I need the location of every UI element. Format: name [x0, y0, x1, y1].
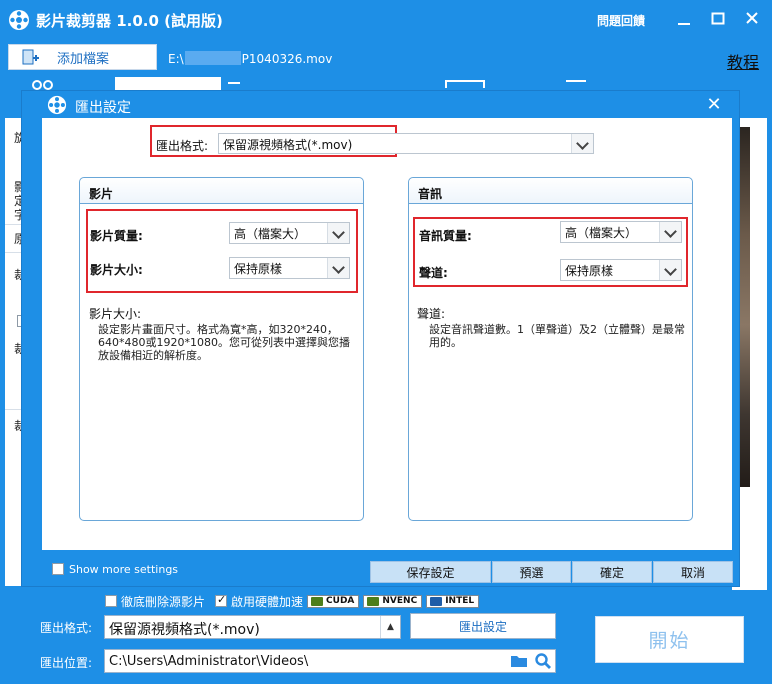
- delete-source-checkbox[interactable]: [105, 595, 117, 607]
- dialog-close-icon[interactable]: ✕: [704, 96, 724, 116]
- chevron-down-icon[interactable]: [659, 260, 681, 280]
- video-desc-title: 影片大小:: [89, 307, 142, 321]
- tab-active[interactable]: [115, 77, 221, 90]
- output-path-label: 匯出位置:: [40, 656, 93, 670]
- chevron-down-icon[interactable]: [327, 223, 349, 243]
- audio-desc-body: 設定音訊聲道數。1（單聲道）及2（立體聲）是最常用的。: [429, 323, 685, 349]
- folder-icon[interactable]: [510, 653, 528, 669]
- close-icon[interactable]: [740, 8, 764, 30]
- intel-badge: INTEL: [426, 594, 480, 608]
- preset-button[interactable]: 預選: [492, 561, 571, 583]
- hw-accel-checkbox[interactable]: [215, 593, 228, 607]
- audio-group-title: 音訊: [418, 187, 443, 201]
- intel-icon: [430, 596, 443, 606]
- video-desc-body: 設定影片畫面尺寸。格式為寬*高，如320*240，640*480或1920*10…: [98, 323, 350, 362]
- audio-channel-select[interactable]: 保持原樣: [560, 259, 682, 281]
- feedback-link[interactable]: 問題回饋: [597, 12, 645, 29]
- chevron-down-icon[interactable]: [659, 222, 681, 242]
- video-quality-label: 影片質量:: [90, 229, 143, 243]
- ok-button[interactable]: 確定: [572, 561, 652, 583]
- video-group-title: 影片: [89, 187, 114, 201]
- search-icon[interactable]: [534, 652, 552, 670]
- hw-accel-label: 啟用硬體加速: [231, 594, 304, 609]
- cuda-badge: CUDA: [307, 594, 360, 608]
- output-path-input[interactable]: C:\Users\Administrator\Videos\: [104, 649, 556, 673]
- tab-icon[interactable]: [228, 82, 240, 88]
- add-file-button[interactable]: 添加檔案: [8, 44, 157, 70]
- film-reel-icon: [47, 95, 67, 115]
- video-size-select[interactable]: 保持原樣: [229, 257, 350, 279]
- tab-icon[interactable]: [566, 80, 586, 88]
- add-file-icon: [22, 49, 39, 65]
- dialog-title: 匯出設定: [75, 100, 131, 116]
- audio-channel-label: 聲道:: [419, 266, 448, 280]
- audio-quality-select[interactable]: 高（檔案大）: [560, 221, 682, 243]
- show-more-label: Show more settings: [69, 562, 179, 576]
- audio-quality-label: 音訊質量:: [419, 229, 472, 243]
- output-settings-button[interactable]: 匯出設定: [410, 613, 556, 639]
- add-file-label: 添加檔案: [57, 51, 110, 67]
- output-format-label: 匯出格式:: [40, 621, 93, 635]
- minimize-icon[interactable]: [672, 8, 696, 30]
- video-quality-select[interactable]: 高（檔案大）: [229, 222, 350, 244]
- chevron-down-icon[interactable]: [571, 134, 593, 153]
- show-more-checkbox[interactable]: [52, 563, 64, 575]
- triangle-up-icon[interactable]: ▲: [380, 616, 400, 638]
- tab-icon[interactable]: [445, 80, 485, 88]
- video-size-label: 影片大小:: [90, 263, 143, 277]
- encode-options: 徹底刪除源影片 啟用硬體加速 CUDA NVENC INTEL: [105, 593, 480, 609]
- nvidia-icon: [367, 596, 380, 606]
- save-settings-button[interactable]: 保存設定: [370, 561, 491, 583]
- nvidia-icon: [311, 596, 324, 606]
- audio-desc-title: 聲道:: [417, 307, 446, 321]
- film-reel-icon: [9, 10, 29, 30]
- cancel-button[interactable]: 取消: [653, 561, 733, 583]
- chevron-down-icon[interactable]: [327, 258, 349, 278]
- app-title: 影片裁剪器 1.0.0 (試用版): [36, 12, 223, 30]
- format-select[interactable]: 保留源視頻格式(*.mov): [218, 133, 594, 154]
- tutorial-link[interactable]: 教程: [727, 49, 759, 73]
- output-format-select[interactable]: 保留源視頻格式(*.mov) ▲: [104, 615, 401, 639]
- redacted-path: [184, 51, 241, 65]
- start-button[interactable]: 開始: [595, 616, 744, 663]
- format-label: 匯出格式:: [156, 139, 209, 153]
- file-path: E:\ P1040326.mov: [168, 51, 333, 66]
- maximize-icon[interactable]: [706, 8, 730, 30]
- nvenc-badge: NVENC: [363, 594, 423, 608]
- show-more-settings[interactable]: Show more settings: [52, 562, 178, 576]
- delete-source-label: 徹底刪除源影片: [121, 594, 206, 609]
